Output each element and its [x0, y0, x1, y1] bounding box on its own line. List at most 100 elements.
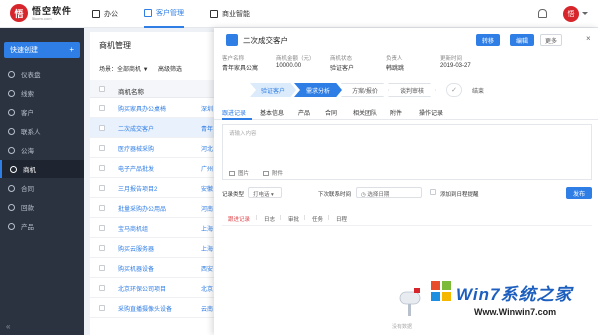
chevron-down-icon[interactable]	[582, 12, 588, 15]
sidebar-item-contracts[interactable]: 合同	[0, 179, 84, 197]
schedule-reminder-checkbox[interactable]	[430, 189, 436, 195]
collapse-sidebar-icon[interactable]: «	[6, 322, 10, 331]
logo-mark-icon: 悟	[10, 4, 28, 22]
tab-products[interactable]: 产品	[298, 108, 310, 117]
row-checkbox[interactable]	[99, 105, 105, 111]
tab-contracts[interactable]: 合同	[325, 108, 337, 117]
select-all-checkbox[interactable]	[99, 86, 105, 92]
row-checkbox[interactable]	[99, 145, 105, 151]
transfer-button[interactable]: 转移	[476, 34, 500, 46]
topnav-customer-management[interactable]: 客户管理	[144, 0, 184, 28]
info-label-customer: 客户名称	[222, 56, 245, 62]
record-type-label: 记录类型	[222, 192, 245, 198]
stage-needs-analysis[interactable]: 需求分析	[294, 83, 342, 97]
insert-attachment-button[interactable]: 附件	[263, 169, 283, 177]
tab-team[interactable]: 相关团队	[353, 108, 377, 117]
office-icon	[92, 10, 100, 18]
chart-icon	[210, 10, 218, 18]
row-checkbox[interactable]	[99, 285, 105, 291]
filter-task[interactable]: 任务	[312, 215, 323, 223]
bell-icon[interactable]	[538, 9, 547, 18]
follow-up-editor[interactable]: 请输入内容 图片 附件	[222, 124, 592, 180]
row-checkbox[interactable]	[99, 305, 105, 311]
table-header: 商机名称	[90, 80, 220, 98]
next-contact-label: 下次联系时间	[318, 192, 352, 198]
contact-icon	[8, 127, 15, 135]
app-logo[interactable]: 悟 悟空软件 5kcrm.com	[10, 4, 72, 22]
table-row[interactable]: 采购直播摄像头设备 云南	[90, 298, 220, 318]
table-row[interactable]: 三月报告项目2 安徽	[90, 178, 220, 198]
plus-icon: +	[69, 45, 74, 54]
tab-operation-log[interactable]: 操作记录	[419, 108, 443, 117]
sidebar: 快速创建 + 仪表盘 线索 客户 联系人 公海 商机 合同 回款 产品 «	[0, 28, 84, 335]
info-value-customer[interactable]: 青年家具公寓	[222, 63, 258, 72]
info-label-owner: 负责人	[386, 56, 403, 62]
edit-button[interactable]: 编辑	[510, 34, 534, 46]
next-contact-date-input[interactable]: ◷ 选择日期	[356, 187, 422, 198]
more-button[interactable]: 更多	[540, 34, 562, 46]
info-value-updated: 2019-03-27	[440, 63, 471, 69]
logo-title: 悟空软件	[32, 5, 73, 16]
sidebar-item-leads[interactable]: 线索	[0, 84, 84, 102]
table-row[interactable]: 宝马商机组 上海	[90, 218, 220, 238]
topnav-business-intelligence[interactable]: 商业智能	[210, 0, 250, 28]
windows-logo-icon	[431, 281, 451, 301]
sidebar-item-contacts[interactable]: 联系人	[0, 122, 84, 140]
sidebar-item-products[interactable]: 产品	[0, 217, 84, 235]
row-checkbox[interactable]	[99, 125, 105, 131]
detail-tabs: 跟进记录 基本信息 产品 合同 相关团队 附件 操作记录	[214, 104, 598, 120]
publish-button[interactable]: 发布	[566, 187, 592, 199]
info-label-amount: 商机金额（元）	[276, 56, 315, 62]
tab-attachments[interactable]: 附件	[390, 108, 402, 117]
opportunity-icon	[10, 165, 17, 173]
sidebar-item-opportunities[interactable]: 商机	[0, 160, 84, 178]
insert-image-button[interactable]: 图片	[229, 169, 249, 177]
table-row[interactable]: 批量采购办公用品 河南	[90, 198, 220, 218]
sidebar-item-public-pool[interactable]: 公海	[0, 141, 84, 159]
dashboard-icon	[8, 70, 15, 78]
close-icon[interactable]: ×	[586, 34, 591, 43]
table-row[interactable]: 北京环保公司项目 北京	[90, 278, 220, 298]
table-row[interactable]: 医疗器械采购 河北	[90, 138, 220, 158]
tab-basic-info[interactable]: 基本信息	[260, 108, 284, 117]
filter-follow-up[interactable]: 跟进记录	[228, 215, 250, 223]
image-icon	[229, 171, 235, 176]
table-row[interactable]: 购买机器设备 西安	[90, 258, 220, 278]
row-checkbox[interactable]	[99, 185, 105, 191]
info-value-owner: 韩跳跳	[386, 66, 405, 72]
filter-log[interactable]: 日志	[264, 215, 275, 223]
record-type-select[interactable]: 打电话 ▾	[248, 187, 282, 198]
row-checkbox[interactable]	[99, 245, 105, 251]
topnav-office[interactable]: 办公	[92, 0, 118, 28]
pool-icon	[8, 146, 15, 154]
row-checkbox[interactable]	[99, 205, 105, 211]
sidebar-item-dashboard[interactable]: 仪表盘	[0, 65, 84, 83]
info-label-updated: 更新时间	[440, 56, 463, 62]
payment-icon	[8, 203, 15, 211]
row-checkbox[interactable]	[99, 165, 105, 171]
filter-approval[interactable]: 审批	[288, 215, 299, 223]
watermark-url: Www.Winwin7.com	[474, 307, 557, 317]
advanced-filter-button[interactable]: 高级筛选	[158, 64, 182, 73]
stage-negotiation[interactable]: 谈判审核	[388, 83, 436, 97]
row-checkbox[interactable]	[99, 225, 105, 231]
table-row[interactable]: 二次成交客户 青年	[90, 118, 220, 138]
stage-proposal[interactable]: 方案/报价	[341, 83, 389, 97]
tab-follow-up[interactable]: 跟进记录	[222, 108, 246, 117]
stage-verify-customer[interactable]: 验证客户	[250, 83, 296, 97]
page-title: 商机管理	[99, 41, 131, 50]
stage-end-check-icon[interactable]: ✓	[446, 83, 462, 97]
filter-schedule[interactable]: 日程	[336, 215, 347, 223]
sidebar-item-payments[interactable]: 回款	[0, 198, 84, 216]
table-row[interactable]: 电子产品批发 广州	[90, 158, 220, 178]
avatar[interactable]: 悟	[563, 6, 579, 22]
table-row[interactable]: 购买云服务器 上海	[90, 238, 220, 258]
quick-create-button[interactable]: 快速创建 +	[4, 42, 80, 58]
scene-select[interactable]: 场景：全部商机 ▼	[99, 64, 149, 73]
empty-state-text: 没有数据	[392, 324, 413, 330]
top-nav: 办公 客户管理 商业智能	[92, 0, 276, 28]
sidebar-item-customers[interactable]: 客户	[0, 103, 84, 121]
table-row[interactable]: 购买家具办公桌椅 深圳	[90, 98, 220, 118]
info-value-status: 验证客户	[330, 66, 355, 72]
row-checkbox[interactable]	[99, 265, 105, 271]
